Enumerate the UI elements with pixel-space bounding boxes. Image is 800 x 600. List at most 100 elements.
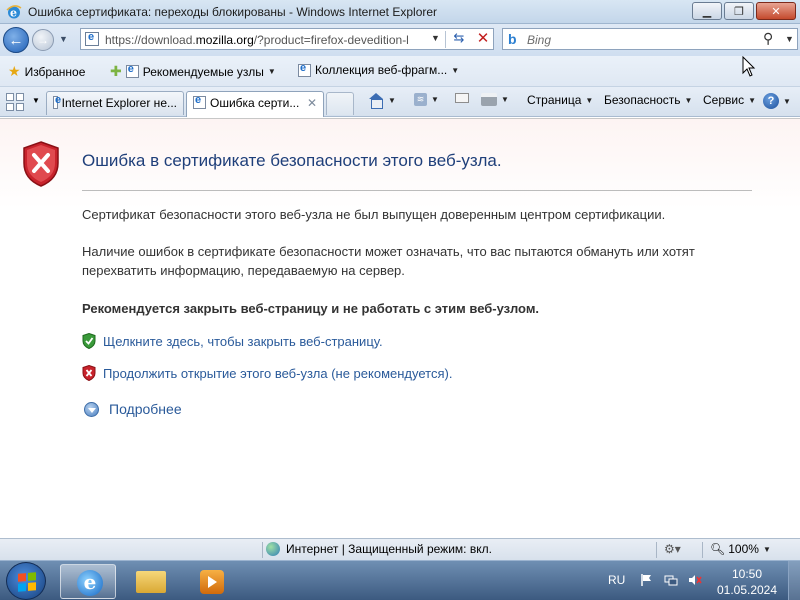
- add-favorites-icon: ✚: [110, 63, 122, 79]
- address-bar[interactable]: https://download.mozilla.org/?product=fi…: [80, 28, 494, 50]
- chevron-down-icon: ▼: [762, 544, 771, 554]
- tab-list-dropdown[interactable]: ▼: [32, 96, 40, 105]
- continue-to-site-link[interactable]: Продолжить открытие этого веб-узла (не р…: [82, 365, 452, 381]
- windows-logo-icon: [18, 572, 36, 592]
- favorites-bar: ★ Избранное ✚ Рекомендуемые узлы ▼ Колле…: [0, 56, 800, 87]
- page-title: Ошибка в сертификате безопасности этого …: [82, 151, 502, 170]
- address-row: ← → ▼ https://download.mozilla.org/?prod…: [0, 24, 800, 56]
- address-dropdown[interactable]: ▼: [431, 33, 440, 43]
- feeds-button[interactable]: ≋ ▼: [414, 93, 439, 106]
- stop-icon[interactable]: ✕: [473, 29, 493, 49]
- favorites-star-icon: ★: [8, 63, 21, 79]
- start-button[interactable]: [6, 562, 46, 600]
- search-placeholder: Bing: [527, 33, 552, 47]
- globe-icon: [266, 542, 280, 556]
- internet-explorer-icon: e: [6, 5, 22, 20]
- time: 10:50: [731, 567, 763, 581]
- feed-icon: ≋: [414, 93, 427, 106]
- clock[interactable]: 10:50 01.05.2024: [712, 566, 782, 598]
- search-box[interactable]: b Bing ⚲ ▼: [502, 28, 798, 50]
- quick-tabs-icon[interactable]: [6, 93, 24, 111]
- close-icon: ✕: [771, 5, 781, 18]
- status-bar: Интернет | Защищенный режим: вкл. ⚙▾ 🔍︎ …: [0, 538, 800, 560]
- print-button[interactable]: ▼: [481, 93, 509, 106]
- zoom-icon: 🔍︎: [710, 542, 726, 556]
- web-slice-gallery-button[interactable]: Коллекция веб-фрагм... ▼: [298, 62, 460, 77]
- divider: [82, 190, 752, 191]
- date: 01.05.2024: [716, 583, 778, 597]
- close-page-link[interactable]: Щелкните здесь, чтобы закрыть веб-страни…: [82, 333, 383, 349]
- help-icon: ?: [763, 93, 779, 109]
- chevron-down-icon: ▼: [451, 65, 460, 75]
- svg-text:e: e: [10, 7, 17, 20]
- tab-ie-cannot-display[interactable]: Internet Explorer не...: [46, 91, 184, 115]
- error-shield-icon: [23, 141, 59, 187]
- minimize-button[interactable]: ▁: [692, 2, 722, 20]
- search-options-dropdown[interactable]: ▼: [785, 34, 794, 44]
- home-button[interactable]: ▼: [368, 93, 396, 109]
- certificate-message: Сертификат безопасности этого веб-узла н…: [82, 207, 666, 222]
- mail-icon: [455, 93, 469, 103]
- more-information-toggle[interactable]: Подробнее: [84, 401, 182, 417]
- favorites-button[interactable]: ★ Избранное: [8, 63, 85, 80]
- minimize-icon: ▁: [702, 5, 712, 18]
- taskbar-media-player[interactable]: [184, 564, 240, 599]
- chevron-down-icon: ▼: [431, 95, 439, 104]
- page-icon: [125, 63, 139, 78]
- warning-message: Наличие ошибок в сертификате безопасност…: [82, 244, 695, 278]
- tab-bar: ▼ Internet Explorer не... Ошибка серти..…: [0, 87, 800, 117]
- page-content: Ошибка в сертификате безопасности этого …: [0, 118, 800, 538]
- green-shield-icon: [82, 333, 96, 349]
- red-shield-icon: [82, 365, 96, 381]
- page-menu[interactable]: Страница ▼: [527, 93, 593, 107]
- forward-arrow-icon: →: [37, 33, 49, 47]
- chevron-down-icon: ▼: [585, 95, 594, 105]
- volume-muted-icon[interactable]: [688, 573, 702, 587]
- search-icon[interactable]: ⚲: [763, 30, 773, 47]
- page-icon: [298, 62, 311, 77]
- url-text[interactable]: https://download.mozilla.org/?product=fi…: [105, 33, 427, 47]
- read-mail-button[interactable]: [455, 93, 469, 103]
- page-icon: [193, 94, 206, 109]
- show-desktop-button[interactable]: [788, 561, 800, 600]
- window-title: Ошибка сертификата: переходы блокированы…: [28, 5, 438, 19]
- print-icon: [481, 93, 497, 106]
- tab-certificate-error[interactable]: Ошибка серти... ✕: [186, 91, 324, 117]
- chevron-down-icon: ▼: [684, 95, 693, 105]
- close-window-button[interactable]: ✕: [756, 2, 796, 20]
- taskbar-internet-explorer[interactable]: e: [60, 564, 116, 599]
- forward-button[interactable]: →: [32, 29, 54, 51]
- divider: [445, 31, 446, 48]
- media-player-icon: [200, 570, 224, 594]
- mouse-cursor-icon: [742, 56, 756, 77]
- security-zone[interactable]: Интернет | Защищенный режим: вкл.: [266, 542, 492, 556]
- new-tab-button[interactable]: [326, 92, 354, 115]
- help-button[interactable]: ? ▼: [763, 93, 791, 109]
- network-icon[interactable]: [664, 573, 678, 587]
- back-arrow-icon: ←: [8, 31, 24, 49]
- language-indicator[interactable]: RU: [608, 573, 625, 587]
- recent-pages-dropdown[interactable]: ▼: [59, 34, 68, 44]
- title-bar: e Ошибка сертификата: переходы блокирова…: [0, 0, 800, 24]
- safety-menu[interactable]: Безопасность ▼: [604, 93, 692, 107]
- taskbar-explorer[interactable]: [122, 564, 178, 599]
- home-icon: [368, 93, 384, 109]
- taskbar: e RU 10:50 01.05.2024: [0, 560, 800, 600]
- action-center-flag-icon[interactable]: [640, 573, 654, 587]
- zoom-control[interactable]: 🔍︎ 100% ▼: [710, 542, 771, 556]
- maximize-button[interactable]: ❐: [724, 2, 754, 20]
- chevron-down-icon: ▼: [501, 95, 509, 104]
- manage-addons-icon[interactable]: ⚙▾: [664, 542, 681, 556]
- chevron-down-icon: ▼: [388, 95, 396, 105]
- tools-menu[interactable]: Сервис ▼: [703, 93, 756, 107]
- bing-icon: b: [508, 31, 517, 47]
- recommendation-text: Рекомендуется закрыть веб-страницу и не …: [82, 301, 540, 316]
- internet-explorer-icon: e: [77, 570, 103, 596]
- chevron-down-icon: ▼: [783, 96, 791, 106]
- suggested-sites-button[interactable]: ✚ Рекомендуемые узлы ▼: [110, 63, 276, 80]
- restore-icon: ❐: [734, 5, 744, 18]
- close-tab-icon[interactable]: ✕: [307, 96, 317, 110]
- chevron-down-icon: ▼: [267, 67, 276, 76]
- back-button[interactable]: ←: [3, 27, 29, 53]
- compatibility-view-icon[interactable]: ⇆: [449, 30, 469, 48]
